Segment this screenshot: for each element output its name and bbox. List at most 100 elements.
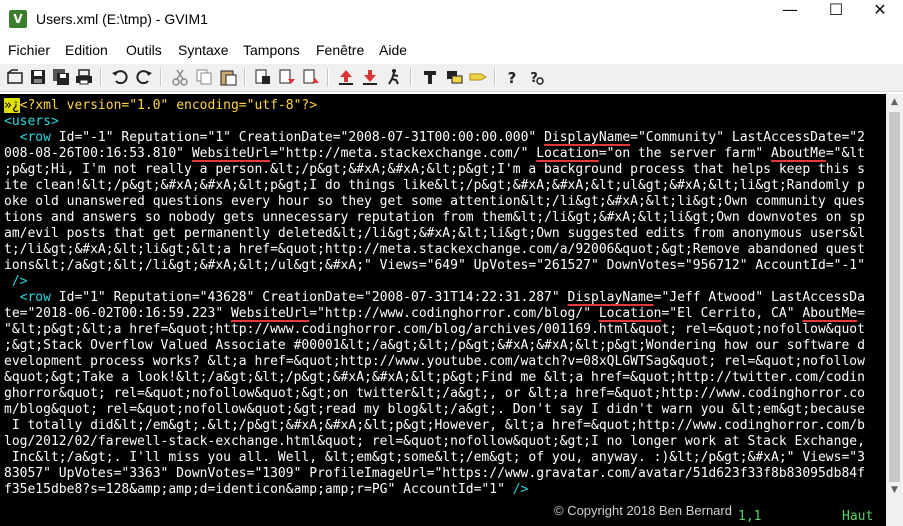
copyright-notice: © Copyright 2018 Ben Bernard bbox=[554, 503, 732, 518]
editor-line: <users> bbox=[4, 114, 59, 130]
save-icon[interactable] bbox=[28, 67, 48, 87]
toolbar-separator bbox=[100, 68, 102, 86]
scroll-down-arrow-icon[interactable]: ▼ bbox=[886, 482, 903, 498]
scrollbar-corner bbox=[886, 498, 903, 526]
editor-line: /> bbox=[4, 274, 28, 290]
menu-outils[interactable]: Outils bbox=[126, 40, 162, 58]
menu-syntaxe[interactable]: Syntaxe bbox=[178, 40, 229, 58]
find-prev-icon[interactable] bbox=[301, 67, 321, 87]
find-next-icon[interactable] bbox=[277, 67, 297, 87]
minimize-button[interactable]: — bbox=[767, 0, 813, 40]
code-segment: ;&gt;Stack Overflow Valued Associate #00… bbox=[4, 338, 865, 353]
menu-aide[interactable]: Aide bbox=[379, 40, 407, 58]
maximize-button[interactable]: ☐ bbox=[813, 0, 859, 40]
editor-line: ite clean!&lt;/p&gt;&#xA;&#xA;&lt;p&gt;I… bbox=[4, 178, 865, 194]
toolbar-separator bbox=[244, 68, 246, 86]
editor-line: ;&gt;Stack Overflow Valued Associate #00… bbox=[4, 338, 865, 354]
copy-icon[interactable] bbox=[194, 67, 214, 87]
code-segment: 83057" UpVotes="3363" DownVotes="1309" P… bbox=[4, 466, 865, 481]
spell-flagged-word: WebsiteUrl bbox=[230, 306, 310, 321]
load-session-icon[interactable] bbox=[336, 67, 356, 87]
scroll-up-arrow-icon[interactable]: ▲ bbox=[886, 94, 903, 110]
status-line: © Copyright 2018 Ben Bernard 1,1 Haut bbox=[0, 498, 886, 526]
code-segment: = bbox=[857, 306, 865, 321]
open-icon[interactable] bbox=[5, 67, 25, 87]
editor-line: log/2012/02/farewell-stack-exchange.html… bbox=[4, 434, 865, 450]
code-segment: ghorror&quot; rel=&quot;nofollow&quot;&g… bbox=[4, 386, 865, 401]
code-segment: ite clean!&lt;/p&gt;&#xA;&#xA;&lt;p&gt;I… bbox=[4, 178, 865, 193]
spell-flagged-word: Location bbox=[536, 146, 599, 161]
code-segment: <?xml version="1.0" encoding="utf-8"?> bbox=[19, 98, 318, 113]
code-segment: f35e15dbe8?s=128&amp;amp;d=identicon&amp… bbox=[4, 482, 513, 497]
editor-line: <row Id="1" Reputation="43628" CreationD… bbox=[4, 290, 865, 306]
code-segment: log/2012/02/farewell-stack-exchange.html… bbox=[4, 434, 865, 449]
editor-line: "&lt;p&gt;&lt;a href=&quot;http://www.co… bbox=[4, 322, 865, 338]
print-icon[interactable] bbox=[74, 67, 94, 87]
code-segment: ="on the server farm" bbox=[598, 146, 772, 161]
code-segment: <row bbox=[4, 290, 59, 305]
editor-line: m/blog&quot; rel=&quot;nofollow&quot;&gt… bbox=[4, 402, 865, 418]
find-help-icon[interactable]: ? bbox=[526, 67, 546, 87]
redo-icon[interactable] bbox=[134, 67, 154, 87]
build-tags-icon[interactable] bbox=[444, 67, 464, 87]
code-segment: evelopment process works? &lt;a href=&qu… bbox=[4, 354, 865, 369]
code-segment: oke old unanswered questions every hour … bbox=[4, 194, 865, 209]
save-session-icon[interactable] bbox=[360, 67, 380, 87]
save-all-icon[interactable] bbox=[51, 67, 71, 87]
editor-line: Inc&lt;/a&gt;. I'll miss you all. Well, … bbox=[4, 450, 865, 466]
editor-line: ions&lt;/a&gt;&lt;/li&gt;&#xA;&lt;/ul&gt… bbox=[4, 258, 865, 274]
menu-tampons[interactable]: Tampons bbox=[243, 40, 300, 58]
menu-edition[interactable]: Edition bbox=[65, 40, 108, 58]
tag-jump-icon[interactable] bbox=[468, 67, 488, 87]
make-icon[interactable] bbox=[420, 67, 440, 87]
undo-icon[interactable] bbox=[110, 67, 130, 87]
code-segment: "&lt;p&gt;&lt;a href=&quot;http://www.co… bbox=[4, 322, 865, 337]
text-editor-area[interactable]: »¿<?xml version="1.0" encoding="utf-8"?>… bbox=[0, 94, 886, 498]
code-segment: ="Community" LastAccessDate="2 bbox=[630, 130, 865, 145]
code-segment: &quot;&gt;Take a look!&lt;/a&gt;&lt;/p&g… bbox=[4, 370, 865, 385]
code-segment: ="El Cerrito, CA" bbox=[661, 306, 803, 321]
code-segment: te="2018-06-02T00:16:59.223" bbox=[4, 306, 231, 321]
editor-line: t;/li&gt;&#xA;&lt;li&gt;&lt;a href=&quot… bbox=[4, 242, 865, 258]
text-cursor: »¿ bbox=[4, 98, 20, 113]
code-segment: ="http://www.codinghorror.com/blog/" bbox=[309, 306, 599, 321]
editor-line: oke old unanswered questions every hour … bbox=[4, 194, 865, 210]
cut-icon[interactable] bbox=[170, 67, 190, 87]
code-segment: /> bbox=[512, 482, 529, 497]
menu-fenetre[interactable]: Fenêtre bbox=[316, 40, 364, 58]
spell-flagged-word: WebsiteUrl bbox=[191, 146, 271, 161]
editor-line: 83057" UpVotes="3363" DownVotes="1309" P… bbox=[4, 466, 865, 482]
code-segment: ions&lt;/a&gt;&lt;/li&gt;&#xA;&lt;/ul&gt… bbox=[4, 258, 865, 273]
editor-line: f35e15dbe8?s=128&amp;amp;d=identicon&amp… bbox=[4, 482, 528, 498]
toolbar: ? ? bbox=[0, 64, 903, 92]
code-segment: t;/li&gt;&#xA;&lt;li&gt;&lt;a href=&quot… bbox=[4, 242, 865, 257]
close-button[interactable]: ✕ bbox=[857, 0, 903, 40]
scroll-thumb[interactable] bbox=[889, 112, 900, 482]
editor-line: tions and answers so nobody gets unneces… bbox=[4, 210, 865, 226]
toolbar-separator bbox=[494, 68, 496, 86]
toolbar-separator bbox=[410, 68, 412, 86]
editor-line: ghorror&quot; rel=&quot;nofollow&quot;&g… bbox=[4, 386, 865, 402]
code-segment: tions and answers so nobody gets unneces… bbox=[4, 210, 865, 225]
paste-icon[interactable] bbox=[218, 67, 238, 87]
toolbar-separator bbox=[327, 68, 329, 86]
menu-fichier[interactable]: Fichier bbox=[8, 40, 50, 58]
title-bar[interactable]: V Users.xml (E:\tmp) - GVIM1 — ☐ ✕ bbox=[0, 0, 903, 40]
replace-icon[interactable] bbox=[253, 67, 273, 87]
spell-flagged-word: DisplayName bbox=[567, 290, 654, 305]
scroll-position: Haut bbox=[842, 509, 874, 524]
vertical-scrollbar[interactable]: ▲ ▼ bbox=[886, 94, 903, 498]
editor-line: te="2018-06-02T00:16:59.223" WebsiteUrl=… bbox=[4, 306, 865, 322]
help-icon[interactable]: ? bbox=[502, 67, 522, 87]
run-script-icon[interactable] bbox=[384, 67, 404, 87]
code-segment: Id="-1" Reputation="1" CreationDate="200… bbox=[58, 130, 545, 145]
code-segment: ;p&gt;Hi, I'm not really a person.&lt;/p… bbox=[4, 162, 865, 177]
editor-line: I totally did&lt;/em&gt;.&lt;/p&gt;&#xA;… bbox=[4, 418, 865, 434]
spell-flagged-word: AboutMe bbox=[771, 146, 826, 161]
code-segment: I totally did&lt;/em&gt;.&lt;/p&gt;&#xA;… bbox=[4, 418, 865, 433]
svg-text:?: ? bbox=[530, 71, 538, 86]
svg-text:?: ? bbox=[508, 69, 517, 87]
spell-flagged-word: AboutMe bbox=[802, 306, 858, 321]
gvim-app-icon: V bbox=[9, 10, 27, 28]
code-segment: ="Jeff Atwood" LastAccessDa bbox=[653, 290, 865, 305]
